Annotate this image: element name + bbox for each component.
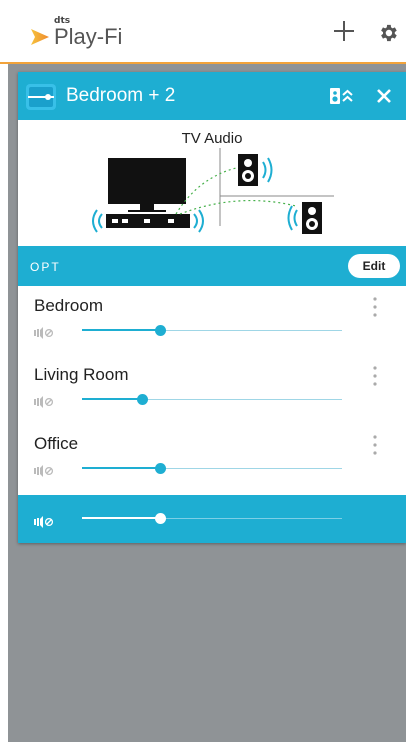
room-name: Living Room <box>34 365 129 384</box>
slider-thumb[interactable] <box>137 394 148 405</box>
gear-icon <box>381 24 397 42</box>
kebab-menu-icon <box>373 297 377 317</box>
slider-fill <box>82 398 142 400</box>
speaker-group-icon <box>26 84 56 110</box>
slider-fill <box>82 517 160 519</box>
add-button[interactable] <box>333 20 355 42</box>
card-header: Bedroom + 2 <box>18 72 406 120</box>
edit-button[interactable]: Edit <box>348 254 400 278</box>
slider-fill <box>82 329 160 331</box>
kebab-menu-icon <box>373 435 377 455</box>
slider-thumb[interactable] <box>155 513 166 524</box>
close-button[interactable] <box>374 86 394 111</box>
speaker-group-card: Bedroom + 2 TV Audio OPT Edit Bedroom Li… <box>18 72 406 543</box>
volume-slider[interactable] <box>82 325 342 337</box>
mute-button[interactable] <box>34 464 54 482</box>
room-name: Office <box>34 434 79 453</box>
tv-audio-illustration <box>92 148 334 234</box>
master-mute-button[interactable] <box>34 515 54 533</box>
brand-name: Play-Fi <box>54 24 123 49</box>
volume-slider[interactable] <box>82 394 342 406</box>
mute-icon <box>34 516 54 528</box>
play-logo-icon <box>31 29 49 45</box>
volume-slider[interactable] <box>82 463 342 475</box>
settings-button[interactable] <box>377 22 399 44</box>
mute-button[interactable] <box>34 326 54 344</box>
room-menu-button[interactable] <box>370 434 380 461</box>
slider-thumb[interactable] <box>155 463 166 474</box>
close-icon <box>377 89 391 103</box>
mute-icon <box>34 327 54 339</box>
source-title: TV Audio <box>181 130 243 147</box>
mute-icon <box>34 396 54 408</box>
master-volume-bar <box>18 495 406 543</box>
group-title: Bedroom + 2 <box>66 85 176 106</box>
master-volume-slider[interactable] <box>82 513 342 525</box>
input-label: OPT <box>30 260 61 274</box>
room-row: Bedroom <box>18 286 406 355</box>
collapse-icon <box>330 88 353 104</box>
collapse-button[interactable] <box>330 86 354 111</box>
room-name: Bedroom <box>34 296 103 315</box>
room-row: Living Room <box>18 355 406 424</box>
slider-thumb[interactable] <box>155 325 166 336</box>
room-row: Office <box>18 424 406 493</box>
mute-button[interactable] <box>34 395 54 413</box>
plus-icon <box>334 21 354 41</box>
room-menu-button[interactable] <box>370 365 380 392</box>
app-bar: dts Play-Fi <box>0 0 406 64</box>
slider-fill <box>82 467 160 469</box>
source-area: TV Audio <box>18 120 406 246</box>
kebab-menu-icon <box>373 366 377 386</box>
input-bar: OPT Edit <box>18 246 406 286</box>
mute-icon <box>34 465 54 477</box>
room-menu-button[interactable] <box>370 296 380 323</box>
